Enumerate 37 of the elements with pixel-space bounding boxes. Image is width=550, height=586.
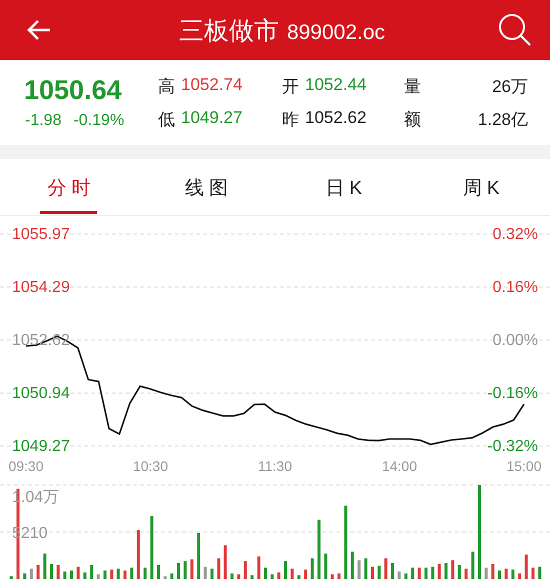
stat-label: 昨: [282, 108, 299, 130]
current-price: 1050.64: [24, 75, 123, 106]
percent-change: -0.19%: [73, 112, 124, 130]
time-axis-label: 15:00: [506, 458, 542, 474]
percent-axis-label: -0.32%: [487, 438, 538, 455]
stat-label: 量: [404, 76, 421, 98]
search-button[interactable]: [498, 13, 532, 47]
stat-value: 1049.27: [181, 108, 242, 128]
stat-label: 低: [158, 108, 175, 130]
stat-label: 开: [282, 76, 299, 98]
chart-tab[interactable]: 分时: [0, 159, 138, 215]
price-axis-label: 1050.94: [12, 385, 70, 402]
page-title: 三板做市: [178, 16, 279, 46]
time-axis-label: 14:00: [382, 458, 418, 474]
price-axis-label: 1054.29: [12, 279, 70, 296]
stat-value: 1052.62: [305, 108, 366, 128]
chart-tab[interactable]: 日K: [275, 159, 412, 215]
stat-value: 1052.74: [181, 74, 242, 96]
time-axis-label: 09:30: [8, 458, 44, 474]
stock-code: 899002.oc: [286, 20, 386, 44]
chart-tab[interactable]: 周K: [412, 159, 550, 215]
stat-label: 额: [404, 108, 421, 130]
price-axis-label: 1049.27: [12, 438, 70, 455]
price-change: -1.98: [25, 112, 62, 130]
percent-axis-label: 0.16%: [492, 279, 538, 296]
stat-value: 1.28亿: [478, 108, 528, 130]
time-axis-label: 11:30: [258, 458, 292, 474]
percent-axis-label: 0.32%: [492, 226, 538, 243]
price-axis-label: 1055.97: [12, 226, 70, 243]
percent-axis-label: 0.00%: [492, 332, 538, 349]
chart-tab[interactable]: 线图: [138, 159, 275, 215]
time-axis-label: 10:30: [132, 458, 168, 474]
percent-axis-label: -0.16%: [487, 385, 538, 402]
stat-value: 26万: [492, 76, 528, 98]
back-button[interactable]: [26, 19, 52, 41]
stat-label: 高: [158, 76, 175, 98]
stat-value: 1052.44: [305, 74, 366, 96]
